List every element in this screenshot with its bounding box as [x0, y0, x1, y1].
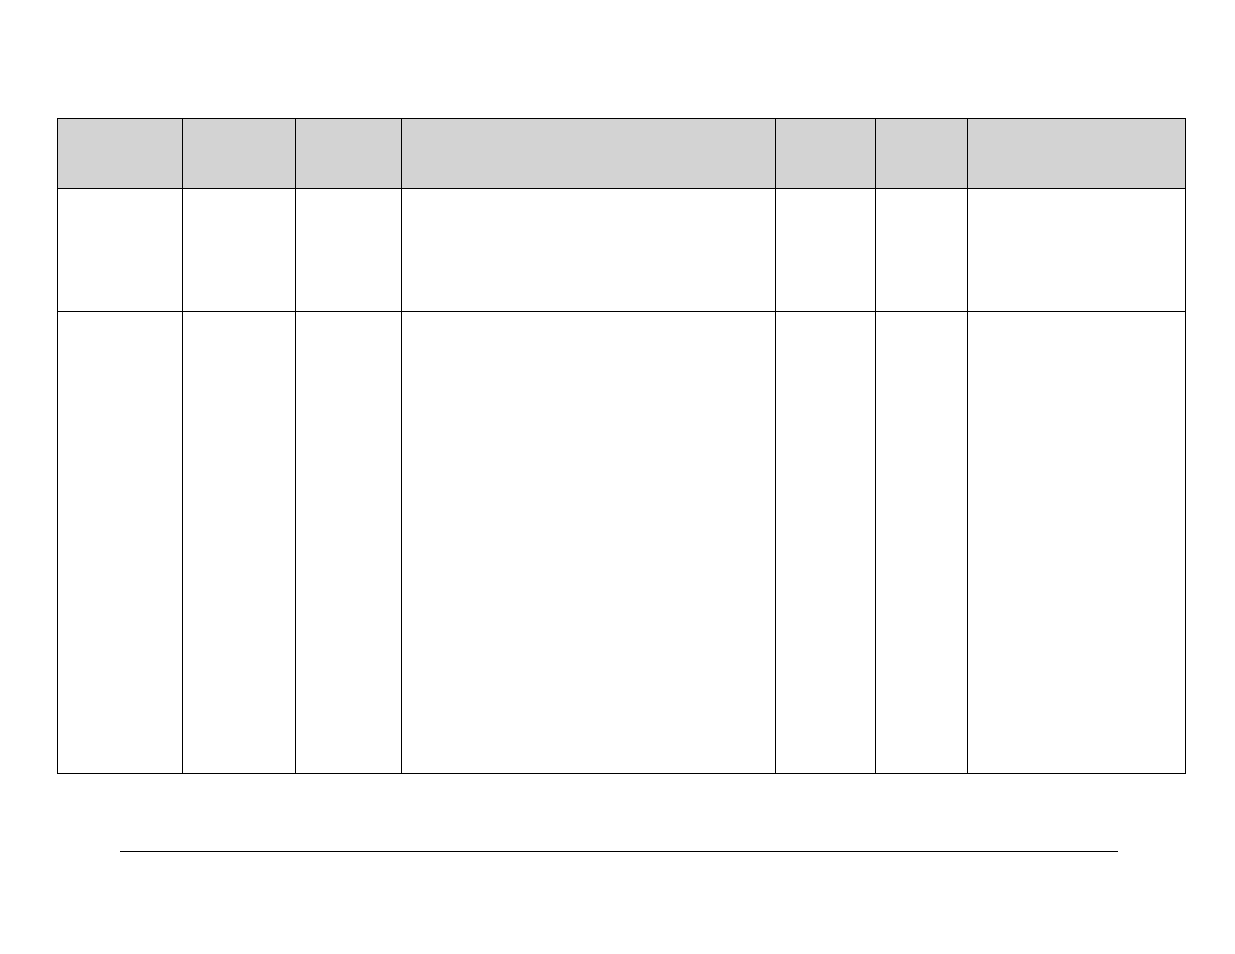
- data-table: [57, 118, 1186, 774]
- table-cell: [58, 189, 183, 312]
- table-header-row: [58, 119, 1186, 189]
- table-cell: [876, 189, 968, 312]
- table-header-cell: [295, 119, 401, 189]
- table-cell: [776, 312, 876, 774]
- table-header-cell: [876, 119, 968, 189]
- table-cell: [295, 189, 401, 312]
- table-row: [58, 189, 1186, 312]
- footer-divider: [120, 851, 1118, 852]
- table-cell: [968, 189, 1186, 312]
- table-cell: [968, 312, 1186, 774]
- table-cell: [182, 312, 295, 774]
- table-cell: [401, 312, 776, 774]
- table-header-cell: [776, 119, 876, 189]
- table-cell: [295, 312, 401, 774]
- table-cell: [876, 312, 968, 774]
- table-header-cell: [968, 119, 1186, 189]
- table-cell: [182, 189, 295, 312]
- table-header-cell: [58, 119, 183, 189]
- table-container: [57, 118, 1186, 774]
- table-cell: [401, 189, 776, 312]
- table-header-cell: [182, 119, 295, 189]
- table-row: [58, 312, 1186, 774]
- table-header-cell: [401, 119, 776, 189]
- table-cell: [58, 312, 183, 774]
- table-cell: [776, 189, 876, 312]
